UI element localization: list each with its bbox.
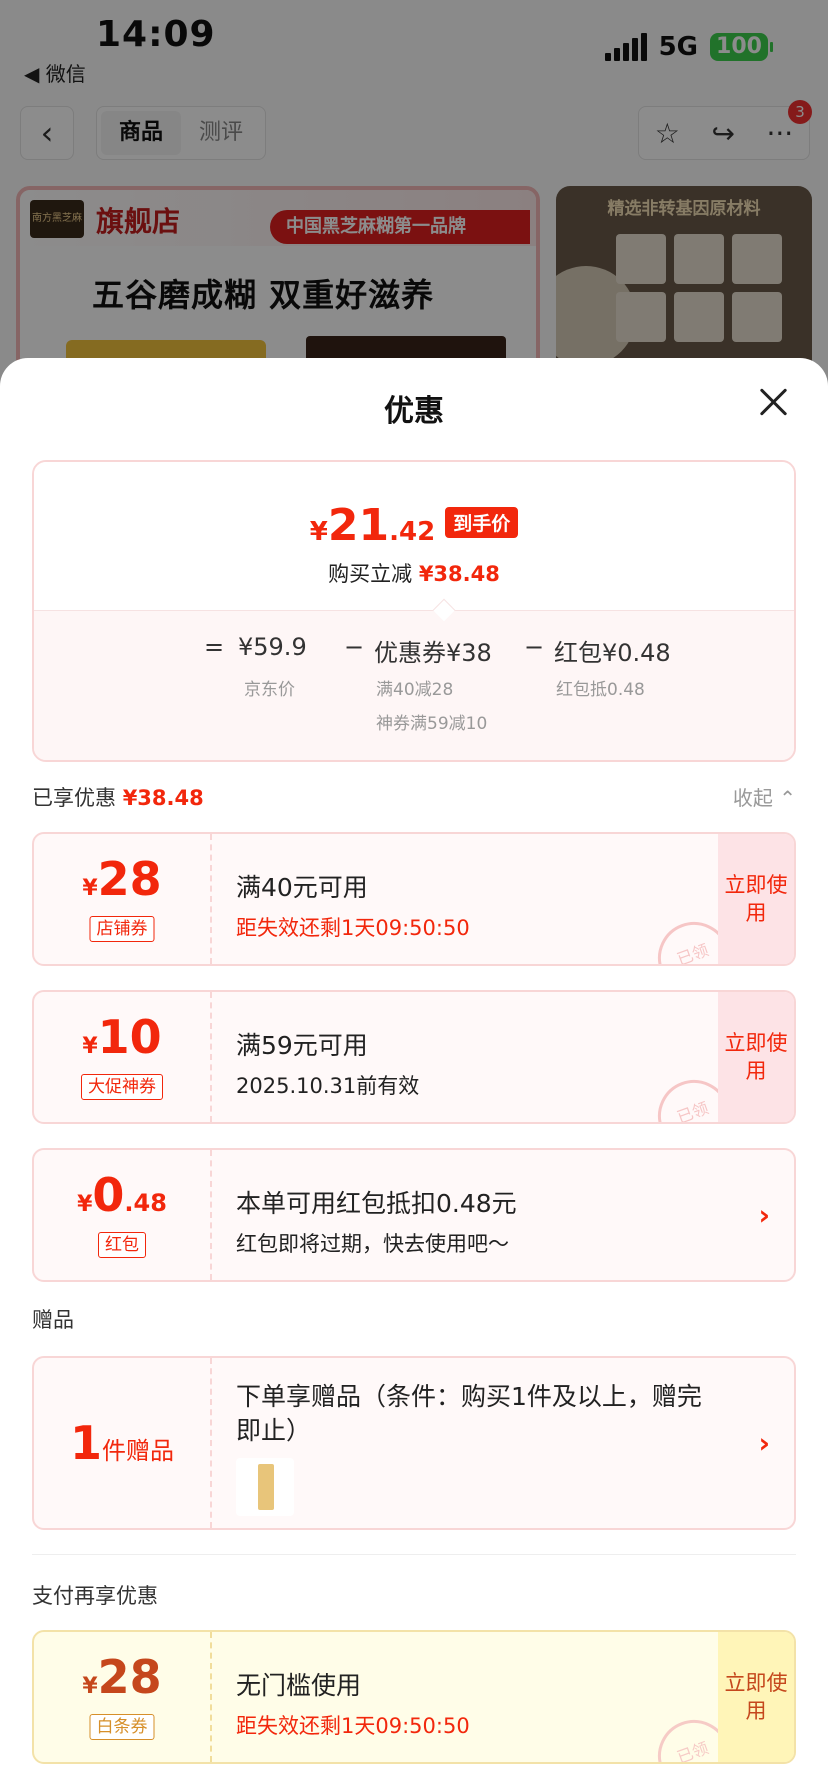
use-now-button[interactable]: 立即使用: [718, 1632, 794, 1762]
final-price: ¥21.42 到手价: [34, 500, 794, 551]
coupon-type-tag: 大促神券: [81, 1074, 163, 1100]
coupon-type-tag: 店铺券: [89, 916, 155, 942]
promo-coupon-card[interactable]: ¥10 大促神券 满59元可用 2025.10.31前有效 已领 立即使用: [32, 990, 796, 1124]
chevron-up-icon: ⌃: [779, 786, 796, 810]
pay-section-label: 支付再享优惠: [32, 1584, 158, 1608]
baitiao-coupon-card[interactable]: ¥28 白条券 无门槛使用 距失效还剩1天09:50:50 已领 立即使用: [32, 1630, 796, 1764]
red-packet-card[interactable]: ¥0.48 红包 本单可用红包抵扣0.48元 红包即将过期，快去使用吧～ ›: [32, 1148, 796, 1282]
coupon-countdown: 距失效还剩1天09:50:50: [236, 916, 470, 940]
instant-saving: 购买立减 ¥38.48: [328, 562, 500, 586]
gift-card[interactable]: 1件赠品 下单享赠品（条件：购买1件及以上，赠完即止） ›: [32, 1356, 796, 1530]
gift-count: 1件赠品: [69, 1416, 174, 1470]
base-price: ¥59.9: [238, 633, 307, 661]
coupon-detail: 神券满59减10: [376, 714, 488, 734]
minus-sign: −: [344, 633, 365, 661]
coupon-amount: ¥28: [82, 852, 162, 906]
price-summary-card: ¥21.42 到手价 购买立减 ¥38.48 = ¥59.9 − 优惠券¥38 −…: [32, 460, 796, 762]
collapse-button[interactable]: 收起 ⌃: [733, 782, 796, 811]
discount-sheet: 优惠 ¥21.42 到手价 购买立减 ¥38.48 = ¥59.9 − 优惠券¥3…: [0, 358, 828, 1792]
price-breakdown: = ¥59.9 − 优惠券¥38 − 红包¥0.48 京东价 满40减28 神券…: [34, 610, 794, 760]
use-now-button[interactable]: 立即使用: [718, 834, 794, 964]
equals-sign: =: [204, 633, 225, 661]
coupon-amount: ¥28: [82, 1650, 162, 1704]
redpack-detail: 红包抵0.48: [556, 680, 645, 700]
coupon-total: 优惠券¥38: [374, 639, 492, 667]
coupon-amount: ¥10: [82, 1010, 162, 1064]
coupon-detail: 满40减28: [376, 680, 454, 700]
final-price-tag: 到手价: [445, 507, 519, 538]
chevron-right-icon[interactable]: ›: [758, 1199, 770, 1232]
close-icon[interactable]: [752, 380, 796, 424]
base-price-label: 京东价: [244, 680, 295, 700]
minus-sign: −: [524, 633, 545, 661]
sheet-title: 优惠: [384, 394, 444, 429]
gift-condition: 下单享赠品（条件：购买1件及以上，赠完即止）: [236, 1382, 702, 1445]
coupon-countdown: 距失效还剩1天09:50:50: [236, 1714, 470, 1738]
enjoyed-discounts-label: 已享优惠 ¥38.48: [32, 786, 204, 810]
coupon-type-tag: 白条券: [89, 1714, 155, 1740]
red-packet-description: 本单可用红包抵扣0.48元: [236, 1189, 517, 1218]
use-now-button[interactable]: 立即使用: [718, 992, 794, 1122]
coupon-condition: 无门槛使用: [236, 1671, 362, 1700]
gift-section-label: 赠品: [32, 1308, 74, 1332]
store-coupon-card[interactable]: ¥28 店铺券 满40元可用 距失效还剩1天09:50:50 已领 立即使用: [32, 832, 796, 966]
coupon-validity: 2025.10.31前有效: [236, 1074, 420, 1098]
divider: [32, 1554, 796, 1555]
chevron-right-icon[interactable]: ›: [758, 1427, 770, 1460]
coupon-type-tag: 红包: [98, 1232, 146, 1258]
red-packet-hint: 红包即将过期，快去使用吧～: [236, 1232, 509, 1256]
coupon-condition: 满59元可用: [236, 1031, 368, 1060]
gift-thumbnail: [236, 1458, 294, 1516]
red-packet-amount: ¥0.48: [77, 1168, 167, 1222]
redpack-total: 红包¥0.48: [554, 639, 671, 667]
coupon-condition: 满40元可用: [236, 873, 368, 902]
